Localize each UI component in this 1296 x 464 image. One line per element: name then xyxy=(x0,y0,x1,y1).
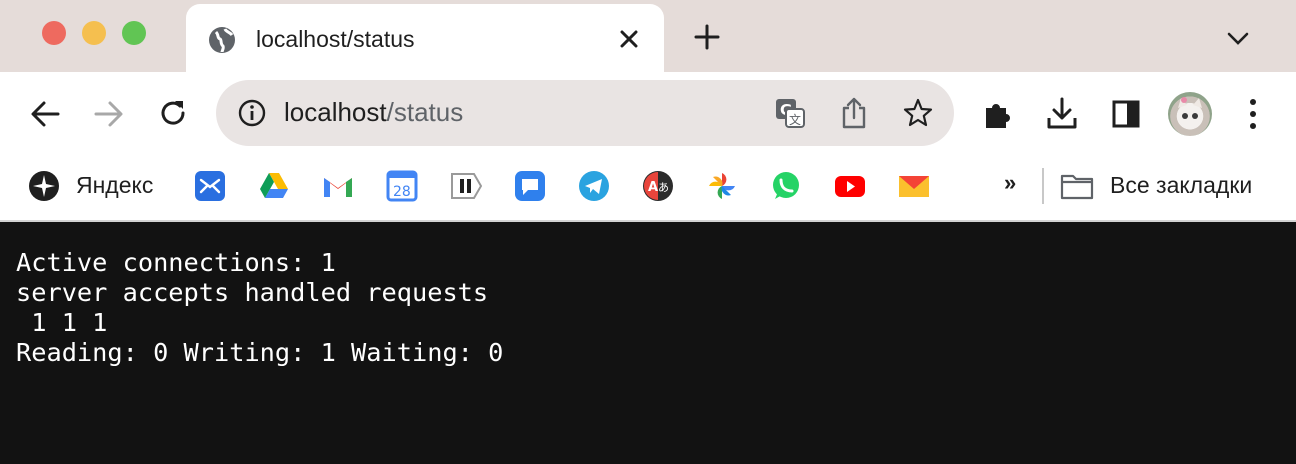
svg-text:あ: あ xyxy=(658,181,669,194)
tab-localhost-status[interactable]: localhost/status xyxy=(186,4,664,74)
status-line-reading-writing: Reading: 0 Writing: 1 Waiting: 0 xyxy=(16,338,504,367)
pause-tag-icon[interactable] xyxy=(450,170,482,202)
youtube-icon[interactable] xyxy=(834,170,866,202)
close-icon[interactable] xyxy=(618,28,640,50)
tab-strip: localhost/status xyxy=(0,0,1296,74)
translate-page-icon[interactable]: G 文 xyxy=(774,97,806,129)
minimize-window-button[interactable] xyxy=(82,21,106,45)
reload-icon[interactable] xyxy=(158,98,188,128)
bookmarks-bar: Яндекс 28 A あ » Все закладки xyxy=(0,156,1296,222)
svg-text:A: A xyxy=(648,180,658,195)
menu-icon[interactable] xyxy=(1248,98,1258,130)
mail-app-icon[interactable] xyxy=(194,170,226,202)
status-line-counts: 1 1 1 xyxy=(16,308,108,337)
whatsapp-icon[interactable] xyxy=(770,170,802,202)
yandex-icon[interactable] xyxy=(28,170,60,202)
status-line-header: server accepts handled requests xyxy=(16,278,489,307)
new-tab-button[interactable] xyxy=(694,24,720,50)
address-bar[interactable]: localhost/status G 文 xyxy=(216,80,954,146)
tab-title: localhost/status xyxy=(256,26,415,52)
google-calendar-icon[interactable]: 28 xyxy=(386,170,418,202)
extensions-icon[interactable] xyxy=(982,98,1014,130)
zoom-window-button[interactable] xyxy=(122,21,146,45)
download-icon[interactable] xyxy=(1046,96,1078,130)
google-photos-icon[interactable] xyxy=(706,170,738,202)
bookmarks-divider xyxy=(1042,168,1044,204)
yandex-mail-icon[interactable] xyxy=(898,170,930,202)
cat-avatar-icon xyxy=(1178,97,1202,119)
bookmark-star-icon[interactable] xyxy=(902,97,934,129)
globe-icon xyxy=(209,27,235,53)
google-drive-icon[interactable] xyxy=(258,170,290,202)
browser-toolbar: localhost/status G 文 xyxy=(0,72,1296,156)
close-window-button[interactable] xyxy=(42,21,66,45)
url-host: localhost xyxy=(284,97,387,127)
info-icon[interactable] xyxy=(238,99,266,127)
side-panel-icon[interactable] xyxy=(1112,100,1140,128)
share-icon[interactable] xyxy=(840,96,868,130)
gmail-icon[interactable] xyxy=(322,170,354,202)
url-path: /status xyxy=(386,97,464,127)
translate-icon[interactable]: A あ xyxy=(642,170,674,202)
folder-icon[interactable] xyxy=(1060,170,1094,202)
back-icon[interactable] xyxy=(30,100,60,128)
page-content: Active connections: 1 server accepts han… xyxy=(0,222,1296,464)
all-bookmarks-label[interactable]: Все закладки xyxy=(1110,172,1252,199)
bookmark-label-yandex[interactable]: Яндекс xyxy=(76,172,153,199)
profile-avatar[interactable] xyxy=(1168,92,1212,136)
calendar-day-label: 28 xyxy=(393,184,411,200)
url-text[interactable]: localhost/status xyxy=(284,97,463,128)
telegram-icon[interactable] xyxy=(578,170,610,202)
chat-icon[interactable] xyxy=(514,170,546,202)
status-output: Active connections: 1 server accepts han… xyxy=(16,248,503,368)
status-line-active-connections: Active connections: 1 xyxy=(16,248,336,277)
more-bookmarks-button[interactable]: » xyxy=(1004,170,1016,196)
svg-text:文: 文 xyxy=(789,112,801,127)
chevron-down-icon[interactable] xyxy=(1226,28,1250,48)
forward-icon[interactable] xyxy=(94,100,124,128)
